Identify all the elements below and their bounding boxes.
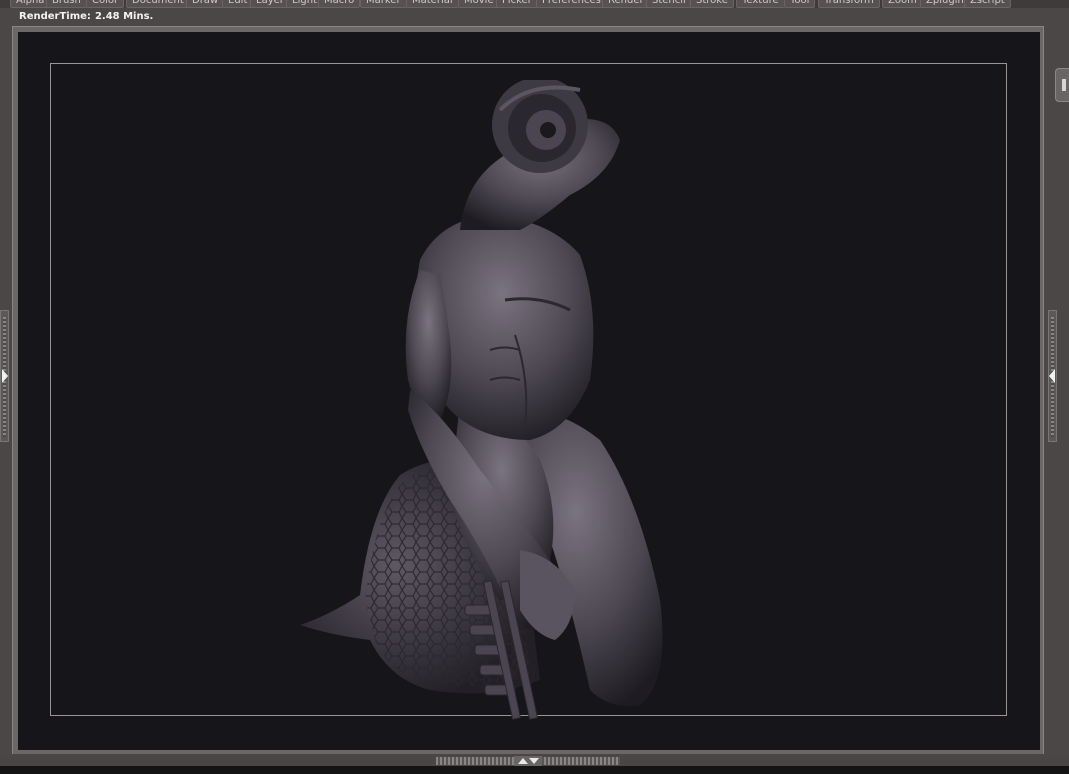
menu-picker[interactable]: Picker [496,0,538,8]
window-bottom-edge [0,766,1069,774]
menu-brush[interactable]: Brush [46,0,87,8]
tray-expand-arrow-icon[interactable] [0,365,9,387]
render-time-value: 2.48 Mins. [94,11,154,22]
menu-preferences[interactable]: Preferences [536,0,607,8]
right-tray-tab[interactable] [1055,68,1069,102]
render-time-status: RenderTime: 2.48 Mins. [19,10,153,24]
menu-document[interactable]: Document [126,0,190,8]
menu-tool[interactable]: Tool [784,0,816,8]
main-menubar: Alpha Brush Color Document Draw Edit Lay… [0,0,1069,8]
menu-material[interactable]: Material [406,0,459,8]
menu-stencil[interactable]: Stencil [646,0,692,8]
menu-marker[interactable]: Marker [360,0,407,8]
menu-draw[interactable]: Draw [186,0,225,8]
menu-texture[interactable]: Texture [736,0,785,8]
tray-expand-arrow-icon[interactable] [1048,365,1057,387]
menu-macro[interactable]: Macro [318,0,361,8]
menu-color[interactable]: Color [86,0,125,8]
menu-layer[interactable]: Layer [250,0,290,8]
menu-edit[interactable]: Edit [222,0,254,8]
render-time-label: RenderTime: [19,11,91,22]
menu-stroke[interactable]: Stroke [690,0,734,8]
menu-zscript[interactable]: Zscript [964,0,1011,8]
menu-zplugin[interactable]: Zplugin [920,0,970,8]
tray-toggle-arrows-icon[interactable] [514,756,542,766]
sculpture-render [300,80,663,720]
menu-movie[interactable]: Movie [458,0,500,8]
menu-alpha[interactable]: Alpha [10,0,51,8]
menu-transform[interactable]: Transform [818,0,880,8]
menu-render[interactable]: Render [602,0,650,8]
menu-zoom[interactable]: Zoom [882,0,923,8]
